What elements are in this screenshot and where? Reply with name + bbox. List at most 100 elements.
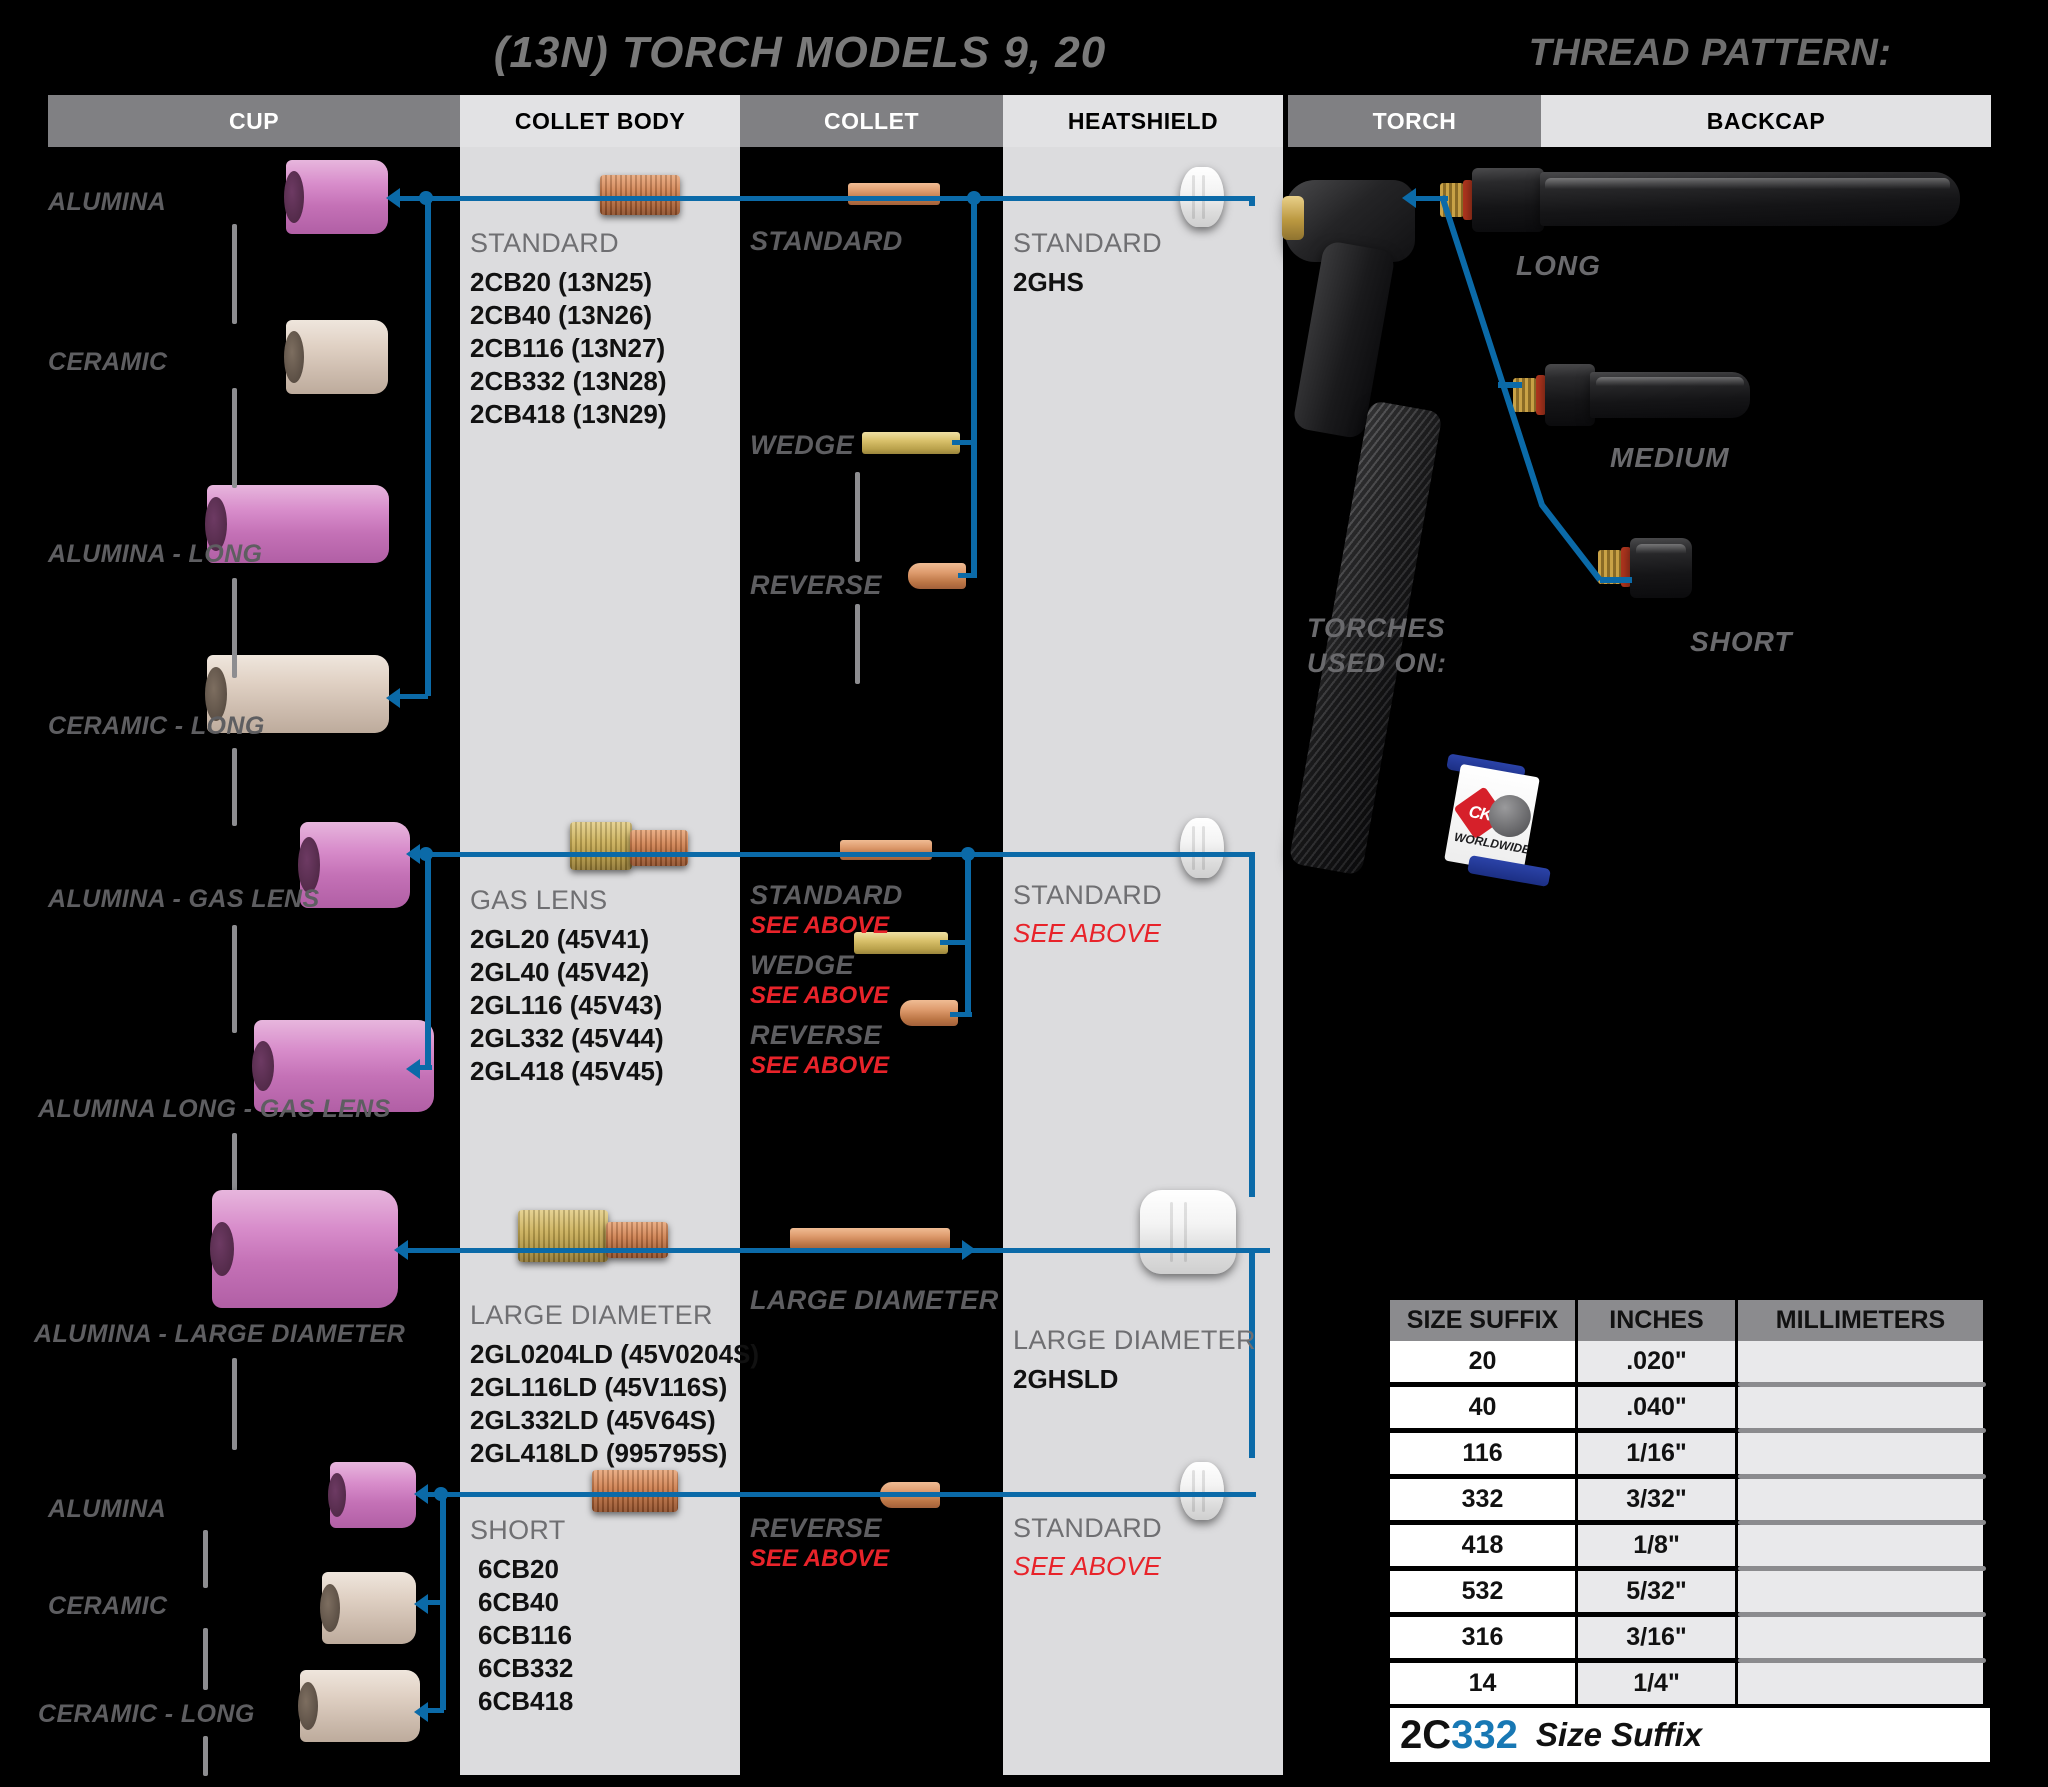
- cup-ceramic-1: [286, 320, 388, 394]
- torch-brand-band: CK WORLDWIDE: [1444, 764, 1540, 874]
- cell-inches: 1/16": [1578, 1433, 1738, 1474]
- cup-group-bracket-7: [232, 1358, 237, 1450]
- heatshield-standard-part: 2GHS: [1013, 266, 1084, 299]
- connector-node: [434, 1487, 448, 1501]
- collet-body-large-diameter-heading: LARGE DIAMETER: [470, 1300, 713, 1331]
- cell-millimeters: [1738, 1387, 1986, 1428]
- column-label: COLLET BODY: [515, 108, 685, 135]
- collet-body-large-diameter-part-3: 2GL332LD (45V64S): [470, 1404, 716, 1437]
- collet-gas-lens-standard-seeabove: SEE ABOVE: [750, 912, 889, 940]
- table-header-inches: INCHES: [1578, 1300, 1738, 1341]
- cup-group-bracket-2: [232, 388, 237, 488]
- cup-label-ceramic-2: CERAMIC: [48, 1592, 167, 1621]
- cell-size-suffix: 14: [1390, 1663, 1578, 1704]
- cell-inches: 3/16": [1578, 1617, 1738, 1658]
- cell-millimeters: [1738, 1663, 1986, 1704]
- connector-line: [420, 1600, 444, 1605]
- code-prefix: 2C: [1400, 1713, 1451, 1757]
- collet-body-gas-lens-part-4: 2GL332 (45V44): [470, 1022, 664, 1055]
- connector-line: [400, 1248, 1270, 1253]
- connector-arrow: [386, 188, 400, 208]
- heatshield-gas-lens-heading: STANDARD: [1013, 880, 1162, 911]
- cup-group-bracket-1: [232, 224, 237, 324]
- connector-arrow: [394, 1240, 408, 1260]
- collet-body-standard-part-2: 2CB40 (13N26): [470, 299, 652, 332]
- connector-line: [971, 196, 977, 578]
- collet-reverse-label: REVERSE: [750, 570, 882, 601]
- cell-inches: 1/4": [1578, 1663, 1738, 1704]
- cup-label-alumina-long-gas-lens: ALUMINA LONG - GAS LENS: [38, 1095, 391, 1124]
- table-row: 14 1/4": [1390, 1663, 1990, 1704]
- cup-ceramic-2: [322, 1572, 416, 1644]
- collet-body-standard-heading: STANDARD: [470, 228, 619, 259]
- connector-arrow: [414, 1484, 428, 1504]
- cell-millimeters: [1738, 1479, 1986, 1520]
- table-row: 116 1/16": [1390, 1433, 1990, 1474]
- connector-node: [961, 847, 975, 861]
- column-header-cup: CUP: [48, 95, 460, 147]
- cup-label-ceramic-long-1: CERAMIC - LONG: [48, 712, 265, 741]
- torch-head-thread: [1282, 196, 1304, 240]
- collet-gas-lens-standard-part: [840, 840, 932, 860]
- cell-size-suffix: 116: [1390, 1433, 1578, 1474]
- cup-label-ceramic-long-2: CERAMIC - LONG: [38, 1700, 255, 1729]
- cell-inches: 1/8": [1578, 1525, 1738, 1566]
- collet-body-standard-part-4: 2CB332 (13N28): [470, 365, 667, 398]
- connector-line: [420, 1492, 1256, 1497]
- table-header-row: SIZE SUFFIX INCHES MILLIMETERS: [1390, 1300, 1990, 1341]
- collet-standard-label: STANDARD: [750, 226, 903, 257]
- heatshield-large-diameter-heading: LARGE DIAMETER: [1013, 1325, 1256, 1356]
- connector-line: [412, 852, 1252, 857]
- connector-line: [1249, 852, 1255, 1197]
- cell-size-suffix: 40: [1390, 1387, 1578, 1428]
- collet-body-short-heading: SHORT: [470, 1515, 566, 1546]
- collet-body-gas-lens-heading: GAS LENS: [470, 885, 607, 916]
- collet-group-bracket-1: [855, 472, 860, 562]
- cup-group-bracket-5: [232, 925, 237, 1033]
- collet-body-short-part-5: 6CB418: [478, 1685, 573, 1718]
- connector-arrow: [962, 1240, 976, 1260]
- cell-millimeters: [1738, 1571, 1986, 1612]
- cup-label-alumina-long: ALUMINA - LONG: [48, 540, 262, 569]
- collet-body-standard-part-5: 2CB418 (13N29): [470, 398, 667, 431]
- collet-body-gas-lens-part: [570, 822, 632, 870]
- cup-ceramic-long-2: [300, 1670, 420, 1742]
- example-part-code: 2C332: [1400, 1713, 1518, 1758]
- column-header-heatshield: HEATSHIELD: [1003, 95, 1283, 147]
- connector-node: [419, 847, 433, 861]
- connector-line: [425, 196, 431, 696]
- torches-used-on-line-1: TORCHES: [1307, 613, 1446, 644]
- collet-large-diameter-part: [790, 1228, 950, 1250]
- cup-label-ceramic-1: CERAMIC: [48, 348, 167, 377]
- collet-gas-lens-wedge-seeabove: SEE ABOVE: [750, 982, 889, 1010]
- size-suffix-table: SIZE SUFFIX INCHES MILLIMETERS 20 .020" …: [1390, 1300, 1990, 1762]
- cell-size-suffix: 20: [1390, 1341, 1578, 1382]
- cell-millimeters: [1738, 1617, 1986, 1658]
- column-label: HEATSHIELD: [1068, 108, 1218, 135]
- cell-inches: .020": [1578, 1341, 1738, 1382]
- connector-node: [419, 191, 433, 205]
- collet-body-gas-lens-part-1: 2GL20 (45V41): [470, 923, 649, 956]
- table-footer: 2C332 Size Suffix: [1390, 1704, 1990, 1762]
- column-header-collet: COLLET: [740, 95, 1003, 147]
- collet-body-short-part-2: 6CB40: [478, 1586, 559, 1619]
- cup-group-bracket-10: [203, 1736, 208, 1776]
- cell-millimeters: [1738, 1341, 1986, 1382]
- cell-millimeters: [1738, 1433, 1986, 1474]
- collet-wedge-label: WEDGE: [750, 430, 854, 461]
- cup-label-alumina-large-diameter: ALUMINA - LARGE DIAMETER: [34, 1320, 405, 1349]
- collet-body-short-part-1: 6CB20: [478, 1553, 559, 1586]
- collet-wedge-part: [862, 432, 960, 454]
- cup-label-alumina-1: ALUMINA: [48, 188, 166, 217]
- heatshield-gas-lens-part: [1180, 818, 1224, 878]
- collet-short-reverse-seeabove: SEE ABOVE: [750, 1545, 889, 1573]
- heatshield-short-heading: STANDARD: [1013, 1513, 1162, 1544]
- collet-group-bracket-2: [855, 604, 860, 684]
- table-header-millimeters: MILLIMETERS: [1738, 1300, 1986, 1341]
- collet-body-standard-part-1: 2CB20 (13N25): [470, 266, 652, 299]
- collet-body-large-diameter-part: [518, 1210, 608, 1262]
- backcap-label-short: SHORT: [1690, 626, 1793, 658]
- cell-millimeters: [1738, 1525, 1986, 1566]
- connector-line: [392, 196, 1252, 201]
- cup-group-bracket-4: [232, 748, 237, 826]
